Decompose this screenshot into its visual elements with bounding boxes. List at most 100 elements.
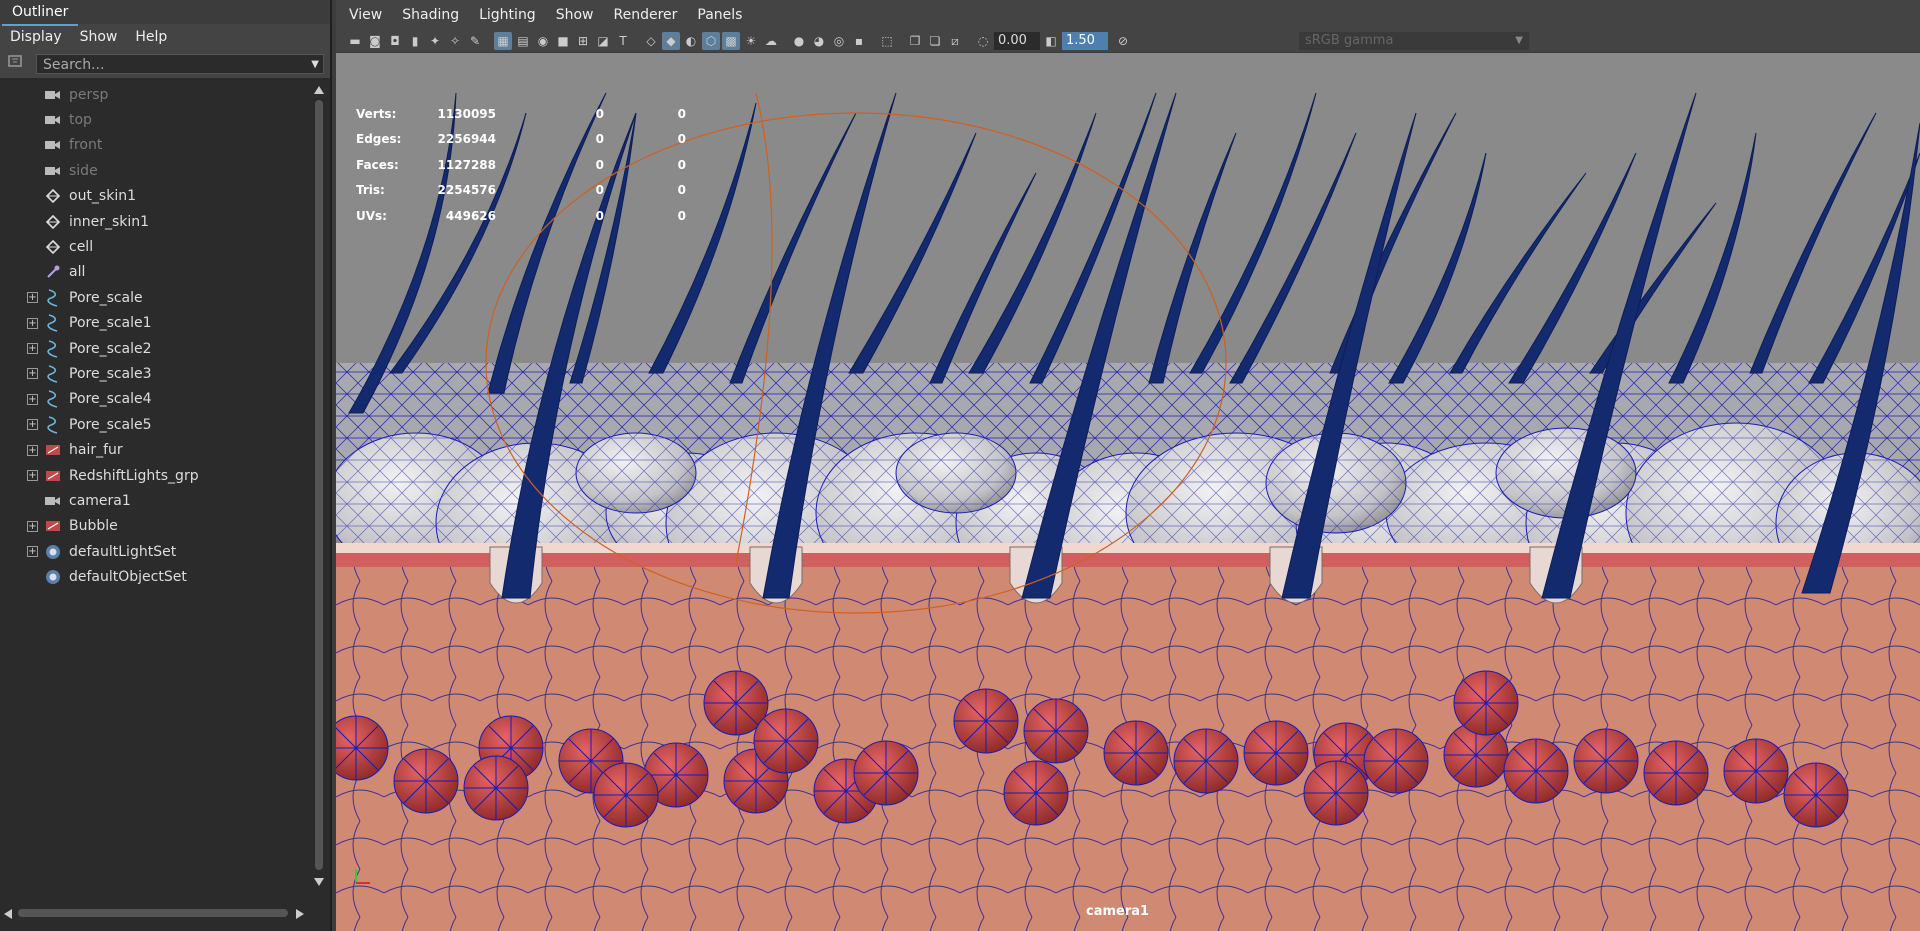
outliner-item-pore-scale1[interactable]: + Pore_scale1 (0, 311, 310, 336)
outliner-tab[interactable]: Outliner (2, 1, 79, 26)
expand-icon[interactable]: + (27, 292, 38, 304)
outliner-item-side[interactable]: side (0, 158, 310, 183)
camera-lock-icon[interactable]: ◘ (386, 32, 404, 50)
outliner-item-pore-scale4[interactable]: + Pore_scale4 (0, 387, 310, 412)
menu-show[interactable]: Show (556, 7, 594, 23)
2d-pan-icon[interactable]: ✧ (446, 32, 464, 50)
menu-display[interactable]: Display (10, 29, 62, 45)
search-input[interactable]: Search... ▼ (36, 54, 324, 74)
expand-icon[interactable]: + (27, 520, 38, 532)
expand-icon[interactable]: + (27, 393, 38, 405)
image-plane-icon[interactable]: ✦ (426, 32, 444, 50)
menu-view[interactable]: View (349, 7, 382, 23)
expand-icon[interactable]: + (27, 368, 38, 380)
outliner-item-top[interactable]: top (0, 107, 310, 132)
menu-show[interactable]: Show (80, 29, 118, 45)
outliner-item-pore-scale[interactable]: + Pore_scale (0, 285, 310, 310)
grid-icon[interactable]: ▦ (494, 32, 512, 50)
hscrollbar-thumb[interactable] (18, 909, 288, 917)
outliner-item-label: Pore_scale5 (69, 416, 152, 433)
smooth-shade-icon[interactable]: ◆ (662, 32, 680, 50)
horizontal-scrollbar[interactable] (0, 906, 310, 920)
xray-icon[interactable]: ❐ (906, 32, 924, 50)
scroll-left-icon[interactable] (4, 909, 12, 919)
color-management-icon[interactable]: ⊘ (1114, 32, 1132, 50)
bookmark-icon[interactable]: ▮ (406, 32, 424, 50)
camera-select-icon[interactable]: ▬ (346, 32, 364, 50)
outliner-item-persp[interactable]: persp (0, 82, 310, 107)
use-all-lights-icon[interactable]: ☀ (742, 32, 760, 50)
outliner-item-redshiftlights-grp[interactable]: + RedshiftLights_grp (0, 463, 310, 488)
default-material-icon[interactable]: ◐ (682, 32, 700, 50)
outliner-item-label: front (69, 137, 103, 154)
chevron-down-icon[interactable]: ▼ (1515, 32, 1523, 50)
camera-icon (44, 86, 62, 104)
scroll-up-icon[interactable] (314, 86, 324, 94)
camera-attributes-icon[interactable]: ◙ (366, 32, 384, 50)
outliner-item-defaultlightset[interactable]: + defaultLightSet (0, 539, 310, 564)
expand-icon[interactable]: + (27, 419, 38, 431)
3d-scene-view[interactable]: Verts: 1130095 0 0 Edges: 2256944 0 0 Faces: 1127… (336, 53, 1920, 931)
safe-action-icon[interactable]: ◪ (594, 32, 612, 50)
expand-icon[interactable]: + (27, 546, 38, 558)
isolate-select-icon[interactable]: ⬚ (878, 32, 896, 50)
exposure-icon[interactable]: ◌ (974, 32, 992, 50)
field-chart-icon[interactable]: ⊞ (574, 32, 592, 50)
outliner-item-out-skin1[interactable]: out_skin1 (0, 184, 310, 209)
color-space-dropdown[interactable]: sRGB gamma ▼ (1299, 32, 1529, 50)
grease-pencil-icon[interactable]: ✎ (466, 32, 484, 50)
outliner-item-inner-skin1[interactable]: inner_skin1 (0, 209, 310, 234)
resolution-gate-icon[interactable]: ◉ (534, 32, 552, 50)
menu-help[interactable]: Help (135, 29, 167, 45)
film-gate-icon[interactable]: ▤ (514, 32, 532, 50)
hud-v1: 2256944 (437, 132, 496, 147)
safe-title-icon[interactable]: T (614, 32, 632, 50)
screen-space-ao-icon[interactable]: ● (790, 32, 808, 50)
menu-lighting[interactable]: Lighting (479, 7, 536, 23)
outliner-item-defaultobjectset[interactable]: defaultObjectSet (0, 564, 310, 589)
depth-of-field-icon[interactable]: ▪ (850, 32, 868, 50)
wireframe-on-shaded-icon[interactable]: ⬡ (702, 32, 720, 50)
expand-icon[interactable]: + (27, 444, 38, 456)
expand-icon[interactable]: + (27, 470, 38, 482)
outliner-item-all[interactable]: all (0, 260, 310, 285)
chevron-down-icon[interactable]: ▼ (311, 55, 319, 75)
outliner-item-pore-scale3[interactable]: + Pore_scale3 (0, 361, 310, 386)
wireframe-icon[interactable]: ◇ (642, 32, 660, 50)
menu-panels[interactable]: Panels (697, 7, 742, 23)
motion-blur-icon[interactable]: ◕ (810, 32, 828, 50)
outliner-search-row: Search... ▼ (0, 50, 330, 78)
gate-mask-icon[interactable]: ■ (554, 32, 572, 50)
outliner-item-label: side (69, 162, 98, 179)
menu-renderer[interactable]: Renderer (613, 7, 677, 23)
exposure-field[interactable]: 0.00 (994, 32, 1040, 50)
curve-icon (44, 289, 62, 307)
scrollbar-thumb[interactable] (315, 100, 323, 870)
filter-icon[interactable] (4, 53, 26, 75)
curve-icon (44, 314, 62, 332)
xray-active-icon[interactable]: ❏ (926, 32, 944, 50)
hud-v2: 0 (595, 183, 604, 198)
menu-shading[interactable]: Shading (402, 7, 459, 23)
expand-icon[interactable]: + (27, 343, 38, 355)
outliner-item-pore-scale5[interactable]: + Pore_scale5 (0, 412, 310, 437)
gamma-field[interactable]: 1.50 (1062, 32, 1108, 50)
scroll-down-icon[interactable] (314, 878, 324, 886)
shadows-icon[interactable]: ☁ (762, 32, 780, 50)
outliner-item-hair-fur[interactable]: + hair_fur (0, 437, 310, 462)
scroll-right-icon[interactable] (296, 909, 304, 919)
outliner-item-bubble[interactable]: + Bubble (0, 514, 310, 539)
expand-icon[interactable]: + (27, 317, 38, 329)
outliner-item-pore-scale2[interactable]: + Pore_scale2 (0, 336, 310, 361)
hud-row: Faces: 1127288 0 0 (356, 158, 756, 183)
gamma-icon[interactable]: ◧ (1042, 32, 1060, 50)
outliner-item-label: Pore_scale1 (69, 315, 152, 332)
outliner-item-camera1[interactable]: camera1 (0, 488, 310, 513)
outliner-item-label: out_skin1 (69, 188, 136, 205)
outliner-item-front[interactable]: front (0, 133, 310, 158)
anti-aliasing-icon[interactable]: ◎ (830, 32, 848, 50)
outliner-item-cell[interactable]: cell (0, 234, 310, 259)
vertical-scrollbar[interactable] (312, 82, 326, 890)
textured-icon[interactable]: ▩ (722, 32, 740, 50)
xray-joints-icon[interactable]: ⧄ (946, 32, 964, 50)
